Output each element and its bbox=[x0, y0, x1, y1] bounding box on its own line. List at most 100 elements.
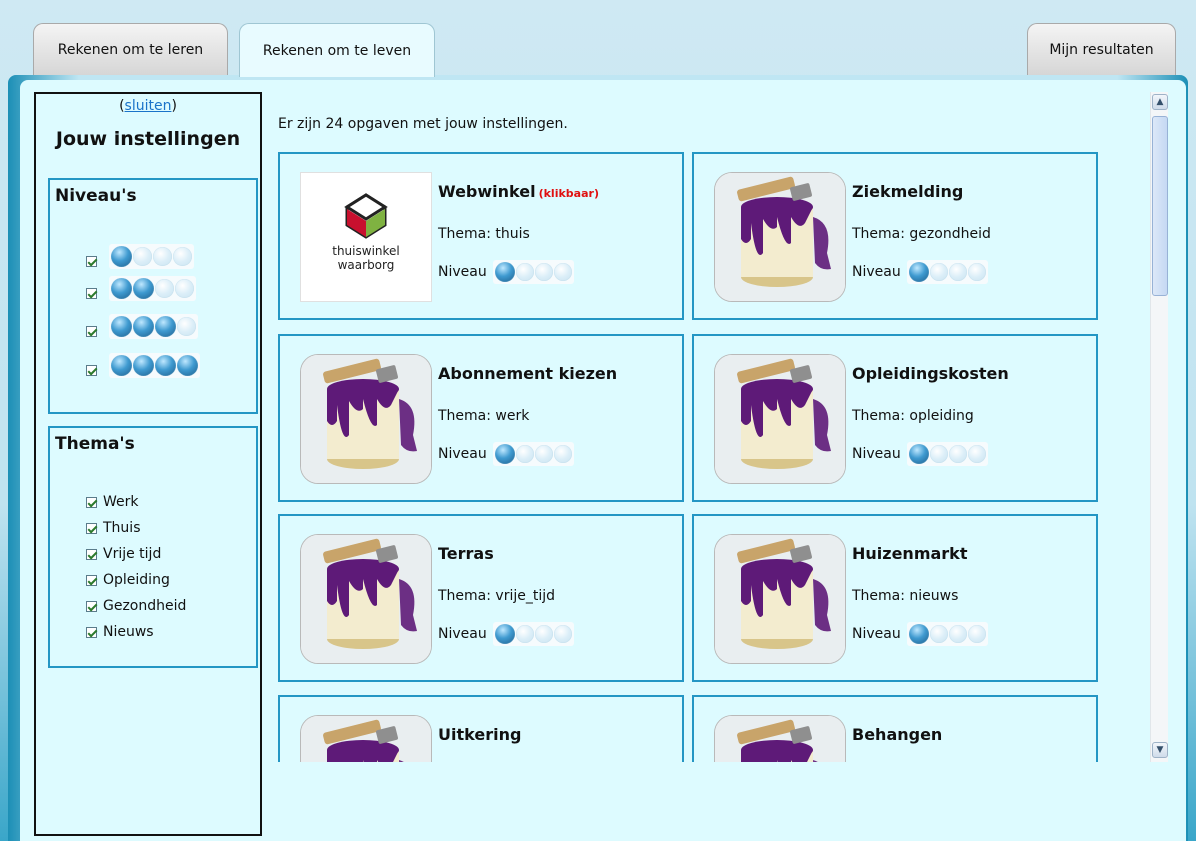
level-dot-empty-icon bbox=[534, 263, 553, 281]
card-theme: Thema: nieuws bbox=[852, 588, 959, 604]
level-dot-empty-icon bbox=[967, 263, 986, 281]
theme-option-werk[interactable]: Werk bbox=[86, 494, 139, 510]
level-dot-empty-icon bbox=[133, 247, 152, 266]
theme-option-vrije-tijd[interactable]: Vrije tijd bbox=[86, 546, 161, 562]
level-3-indicator bbox=[109, 314, 198, 339]
clickable-tag: (klikbaar) bbox=[538, 187, 599, 200]
level-dot-empty-icon bbox=[553, 263, 572, 281]
vertical-scrollbar[interactable]: ▲ ▼ bbox=[1150, 92, 1168, 762]
level-dot-filled-icon bbox=[155, 316, 176, 337]
level-1-checkbox[interactable] bbox=[86, 256, 97, 267]
sidebar-title: Jouw instellingen bbox=[55, 128, 241, 150]
level-dot-empty-icon bbox=[515, 445, 534, 463]
level-dot-empty-icon bbox=[967, 445, 986, 463]
theme-option-opleiding[interactable]: Opleiding bbox=[86, 572, 170, 588]
level-1-indicator bbox=[109, 244, 194, 269]
card-title: Webwinkel (klikbaar) bbox=[438, 182, 599, 201]
exercise-card-ziekmelding[interactable]: Ziekmelding Thema: gezondheid Niveau bbox=[692, 152, 1098, 320]
level-label: Niveau bbox=[852, 446, 901, 462]
card-title-text: Huizenmarkt bbox=[852, 544, 968, 563]
theme-checkbox[interactable] bbox=[86, 496, 97, 508]
paint-can-image bbox=[714, 172, 846, 302]
theme-option-thuis[interactable]: Thuis bbox=[86, 520, 140, 536]
card-level: Niveau bbox=[438, 442, 574, 466]
level-dot-empty-icon bbox=[929, 625, 948, 643]
exercise-card-huizenmarkt[interactable]: Huizenmarkt Thema: nieuws Niveau bbox=[692, 514, 1098, 682]
level-dot-filled-icon bbox=[133, 316, 154, 337]
level-4-checkbox[interactable] bbox=[86, 365, 97, 376]
level-dot-empty-icon bbox=[553, 625, 572, 643]
paint-can-image bbox=[300, 715, 432, 762]
card-title: Opleidingskosten bbox=[852, 364, 1009, 383]
level-option-3[interactable] bbox=[86, 314, 198, 339]
theme-option-gezondheid[interactable]: Gezondheid bbox=[86, 598, 186, 614]
card-title-text: Ziekmelding bbox=[852, 182, 964, 201]
card-title: Behangen bbox=[852, 725, 942, 744]
paint-can-icon bbox=[301, 535, 431, 663]
exercise-card-terras[interactable]: Terras Thema: vrije_tijd Niveau bbox=[278, 514, 684, 682]
close-link[interactable]: sluiten bbox=[125, 98, 172, 114]
level-dot-filled-icon bbox=[908, 624, 929, 644]
logo-text-line1: thuiswinkel bbox=[332, 244, 400, 258]
level-dot-filled-icon bbox=[111, 316, 132, 337]
card-title: Abonnement kiezen bbox=[438, 364, 617, 383]
theme-label: Werk bbox=[103, 494, 139, 510]
scroll-down-button[interactable]: ▼ bbox=[1152, 742, 1168, 758]
level-option-2[interactable] bbox=[86, 276, 196, 301]
theme-checkbox[interactable] bbox=[86, 626, 97, 638]
level-dot-filled-icon bbox=[494, 624, 515, 644]
tab-label: Rekenen om te leven bbox=[262, 42, 412, 59]
scrollbar-thumb[interactable] bbox=[1152, 116, 1168, 296]
level-2-indicator bbox=[109, 276, 196, 301]
paint-can-image bbox=[714, 534, 846, 664]
level-dot-filled-icon bbox=[908, 262, 929, 282]
card-title-text: Webwinkel bbox=[438, 182, 536, 201]
close-row: (sluiten) bbox=[119, 98, 177, 114]
tab-rekenen-om-te-leven[interactable]: Rekenen om te leven bbox=[239, 23, 435, 77]
level-dot-empty-icon bbox=[515, 625, 534, 643]
level-dot-filled-icon bbox=[494, 444, 515, 464]
tab-rekenen-om-te-leren[interactable]: Rekenen om te leren bbox=[33, 23, 228, 75]
exercise-card-abonnement-kiezen[interactable]: Abonnement kiezen Thema: werk Niveau bbox=[278, 334, 684, 502]
level-3-checkbox[interactable] bbox=[86, 326, 97, 337]
exercise-card-uitkering[interactable]: Uitkering bbox=[278, 695, 684, 762]
level-2-checkbox[interactable] bbox=[86, 288, 97, 299]
themes-title: Thema's bbox=[55, 434, 135, 454]
theme-option-nieuws[interactable]: Nieuws bbox=[86, 624, 154, 640]
tab-mijn-resultaten[interactable]: Mijn resultaten bbox=[1027, 23, 1176, 75]
paint-can-image bbox=[300, 534, 432, 664]
card-title: Uitkering bbox=[438, 725, 521, 744]
exercise-list: thuiswinkel waarborg Webwinkel (klikbaar)… bbox=[272, 150, 1144, 762]
card-title-text: Uitkering bbox=[438, 725, 522, 744]
exercise-card-webwinkel[interactable]: thuiswinkel waarborg Webwinkel (klikbaar)… bbox=[278, 152, 684, 320]
paint-can-icon bbox=[301, 355, 431, 483]
paint-can-image bbox=[300, 354, 432, 484]
level-label: Niveau bbox=[438, 446, 487, 462]
results-count-text: Er zijn 24 opgaven met jouw instellingen… bbox=[278, 116, 568, 132]
theme-checkbox[interactable] bbox=[86, 574, 97, 586]
level-dot-empty-icon bbox=[948, 445, 967, 463]
logo-text-line2: waarborg bbox=[338, 258, 395, 272]
paint-can-icon bbox=[715, 716, 845, 762]
level-option-1[interactable] bbox=[86, 244, 194, 269]
card-title-text: Behangen bbox=[852, 725, 943, 744]
level-dot-empty-icon bbox=[967, 625, 986, 643]
card-level: Niveau bbox=[852, 260, 988, 284]
level-dot-filled-icon bbox=[133, 278, 154, 299]
theme-checkbox[interactable] bbox=[86, 548, 97, 560]
card-level-indicator bbox=[492, 442, 574, 466]
theme-checkbox[interactable] bbox=[86, 600, 97, 612]
scroll-up-button[interactable]: ▲ bbox=[1152, 94, 1168, 110]
paint-can-icon bbox=[715, 535, 845, 663]
card-level: Niveau bbox=[438, 260, 574, 284]
level-dot-empty-icon bbox=[553, 445, 572, 463]
theme-checkbox[interactable] bbox=[86, 522, 97, 534]
exercise-card-behangen[interactable]: Behangen bbox=[692, 695, 1098, 762]
level-dot-empty-icon bbox=[175, 279, 194, 298]
thuiswinkel-logo: thuiswinkel waarborg bbox=[300, 172, 432, 302]
levels-title: Niveau's bbox=[55, 186, 137, 206]
level-option-4[interactable] bbox=[86, 353, 200, 378]
level-dot-empty-icon bbox=[153, 247, 172, 266]
exercise-card-opleidingskosten[interactable]: Opleidingskosten Thema: opleiding Niveau bbox=[692, 334, 1098, 502]
theme-label: Opleiding bbox=[103, 572, 170, 588]
